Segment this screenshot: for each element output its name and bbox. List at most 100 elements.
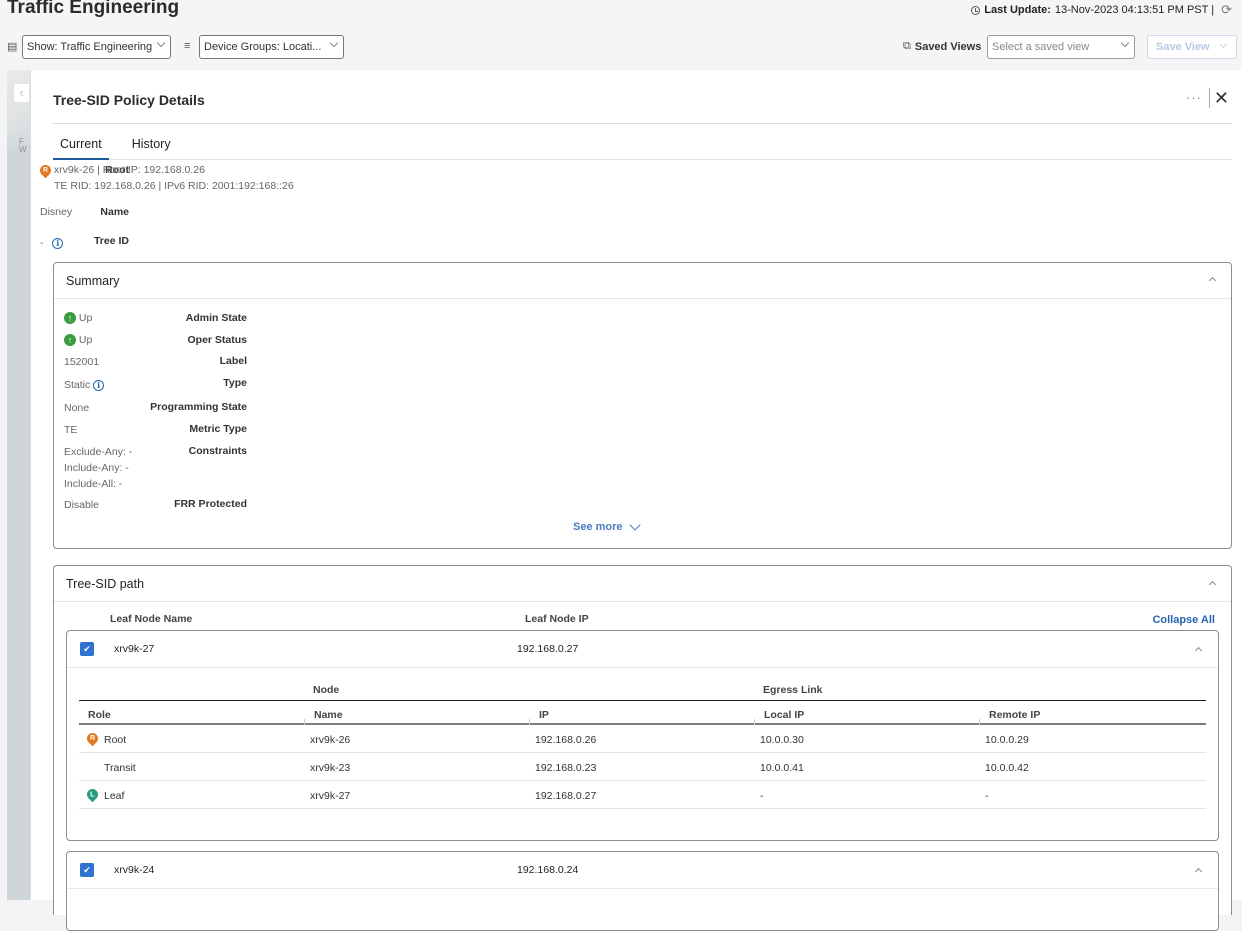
app-title: Traffic Engineering [7,0,180,18]
leaf-ip: 192.168.0.24 [517,864,579,876]
cell-local-ip: 10.0.0.30 [760,734,804,746]
leaf-header[interactable]: ✔ xrv9k-24 192.168.0.24 [67,852,1218,889]
leaf-name: xrv9k-27 [114,643,155,655]
divider [1209,88,1210,108]
group-header-row: Node Egress Link [79,677,1206,701]
chevron-down-icon [156,38,166,48]
col-ip[interactable]: IP [539,709,549,721]
chevron-up-icon[interactable] [1194,646,1203,655]
cell-local-ip: 10.0.0.41 [760,762,804,774]
saved-view-select[interactable]: Select a saved view [987,35,1135,59]
more-options-icon[interactable]: ··· [1186,90,1202,105]
table-row: Transit xrv9k-23 192.168.0.23 10.0.0.41 … [79,753,1206,781]
root-pin-icon: R [37,162,54,178]
field-value: Disable [64,499,100,511]
filter-row: ▤ Show: Traffic Engineering ≡ Device Gro… [0,35,1242,60]
cell-ip: 192.168.0.23 [535,762,597,774]
field-value: Exclude-Any: - [64,446,133,458]
cell-remote-ip: 10.0.0.29 [985,734,1029,746]
refresh-icon[interactable]: ⟳ [1221,2,1232,18]
status-up-icon: ↑ [64,334,76,347]
leaf-checkbox[interactable]: ✔ [80,863,94,877]
summary-header[interactable]: Summary [54,263,1231,299]
cell-name: xrv9k-26 [310,734,351,746]
show-filter-value: Show: Traffic Engineering [27,41,153,53]
leaf-checkbox[interactable]: ✔ [80,642,94,656]
chevron-up-icon[interactable] [1208,276,1217,285]
cell-name: xrv9k-23 [310,762,351,774]
leaf-name: xrv9k-24 [114,864,155,876]
summary-card: Summary Admin State ↑ Up Oper Status ↑ U… [53,262,1232,549]
field-value: TE [64,424,78,436]
tab-current[interactable]: Current [53,137,109,160]
saved-views-text: Saved Views [914,40,982,53]
leaf-card: ✔ xrv9k-27 192.168.0.27 Node Egress Link… [66,630,1219,841]
leaf-card: ✔ xrv9k-24 192.168.0.24 [66,851,1219,931]
root-line1: xrv9k-26 | Root IP: 192.168.0.26 [53,164,205,176]
field-label: Metric Type [189,423,247,435]
see-more-label: See more [573,521,623,533]
field-value: 152001 [64,356,100,368]
status-up-icon: ↑ [64,312,76,325]
saved-view-placeholder: Select a saved view [992,41,1090,53]
device-groups-select[interactable]: Device Groups: Locati... [199,35,344,59]
col-role[interactable]: Role [88,709,111,721]
tree-sid-path-card: Tree-SID path Leaf Node Name Leaf Node I… [53,565,1232,931]
save-view-button[interactable]: Save View [1147,35,1237,59]
leaf-pin-icon: L [84,786,101,803]
show-filter-select[interactable]: Show: Traffic Engineering [22,35,171,59]
chevron-down-icon [628,518,641,531]
root-pin-icon: R [84,730,101,747]
tree-id-value: - i [40,235,64,251]
tree-id-label: Tree ID [93,235,129,247]
group-node: Node [313,684,340,696]
info-icon[interactable]: i [93,379,105,391]
details-panel: Tree-SID Policy Details ··· ✕ Current Hi… [30,70,1242,931]
info-icon[interactable]: i [52,237,64,249]
col-leaf-node-name[interactable]: Leaf Node Name [110,613,192,625]
divider [53,123,1232,124]
field-label: Oper Status [187,334,247,346]
col-name[interactable]: Name [314,709,343,721]
collapse-all-link[interactable]: Collapse All [1152,614,1215,626]
table-row: L Leaf xrv9k-27 192.168.0.27 - - [79,781,1206,809]
leaf-header[interactable]: ✔ xrv9k-27 192.168.0.27 [67,631,1218,668]
see-more-link[interactable]: See more [573,518,641,533]
prev-arrow-icon[interactable]: ‹ [14,84,29,102]
field-label: Programming State [150,401,247,413]
tab-history[interactable]: History [125,137,178,160]
field-value: Static i [64,377,105,393]
saved-views-label: ⧉ Saved Views [903,40,981,53]
map-label: FW [19,137,27,154]
summary-title: Summary [66,274,120,288]
name-value: Disney [40,206,73,218]
close-icon[interactable]: ✕ [1214,88,1229,108]
col-leaf-node-ip[interactable]: Leaf Node IP [525,613,589,625]
top-bar: Traffic Engineering Last Update: 13-Nov-… [0,0,1242,70]
field-label: FRR Protected [174,498,247,510]
last-update-label: Last Update: [984,4,1051,16]
field-label: Admin State [185,312,247,324]
path-header[interactable]: Tree-SID path [54,566,1231,602]
cell-remote-ip: 10.0.0.42 [985,762,1029,774]
cell-remote-ip: - [985,790,989,802]
cell-ip: 192.168.0.26 [535,734,597,746]
cell-role: Root [104,734,127,746]
leaf-ip: 192.168.0.27 [517,643,579,655]
col-remote-ip[interactable]: Remote IP [989,709,1040,721]
topology-map[interactable]: FW [7,70,30,900]
tabs: Current History [53,137,1232,160]
field-value: Include-All: - [64,478,123,490]
chevron-up-icon[interactable] [1208,580,1217,589]
name-label: Name [100,206,129,218]
field-value: Include-Any: - [64,462,129,474]
chevron-down-icon [1219,40,1228,49]
save-view-label: Save View [1156,41,1210,53]
col-local-ip[interactable]: Local IP [764,709,804,721]
field-value: ↑ Up [64,332,92,348]
field-label: Label [219,355,247,367]
root-line2: TE RID: 192.168.0.26 | IPv6 RID: 2001:19… [54,180,294,192]
chevron-up-icon[interactable] [1194,867,1203,876]
cell-role: Transit [104,762,136,774]
group-egress: Egress Link [763,684,823,696]
